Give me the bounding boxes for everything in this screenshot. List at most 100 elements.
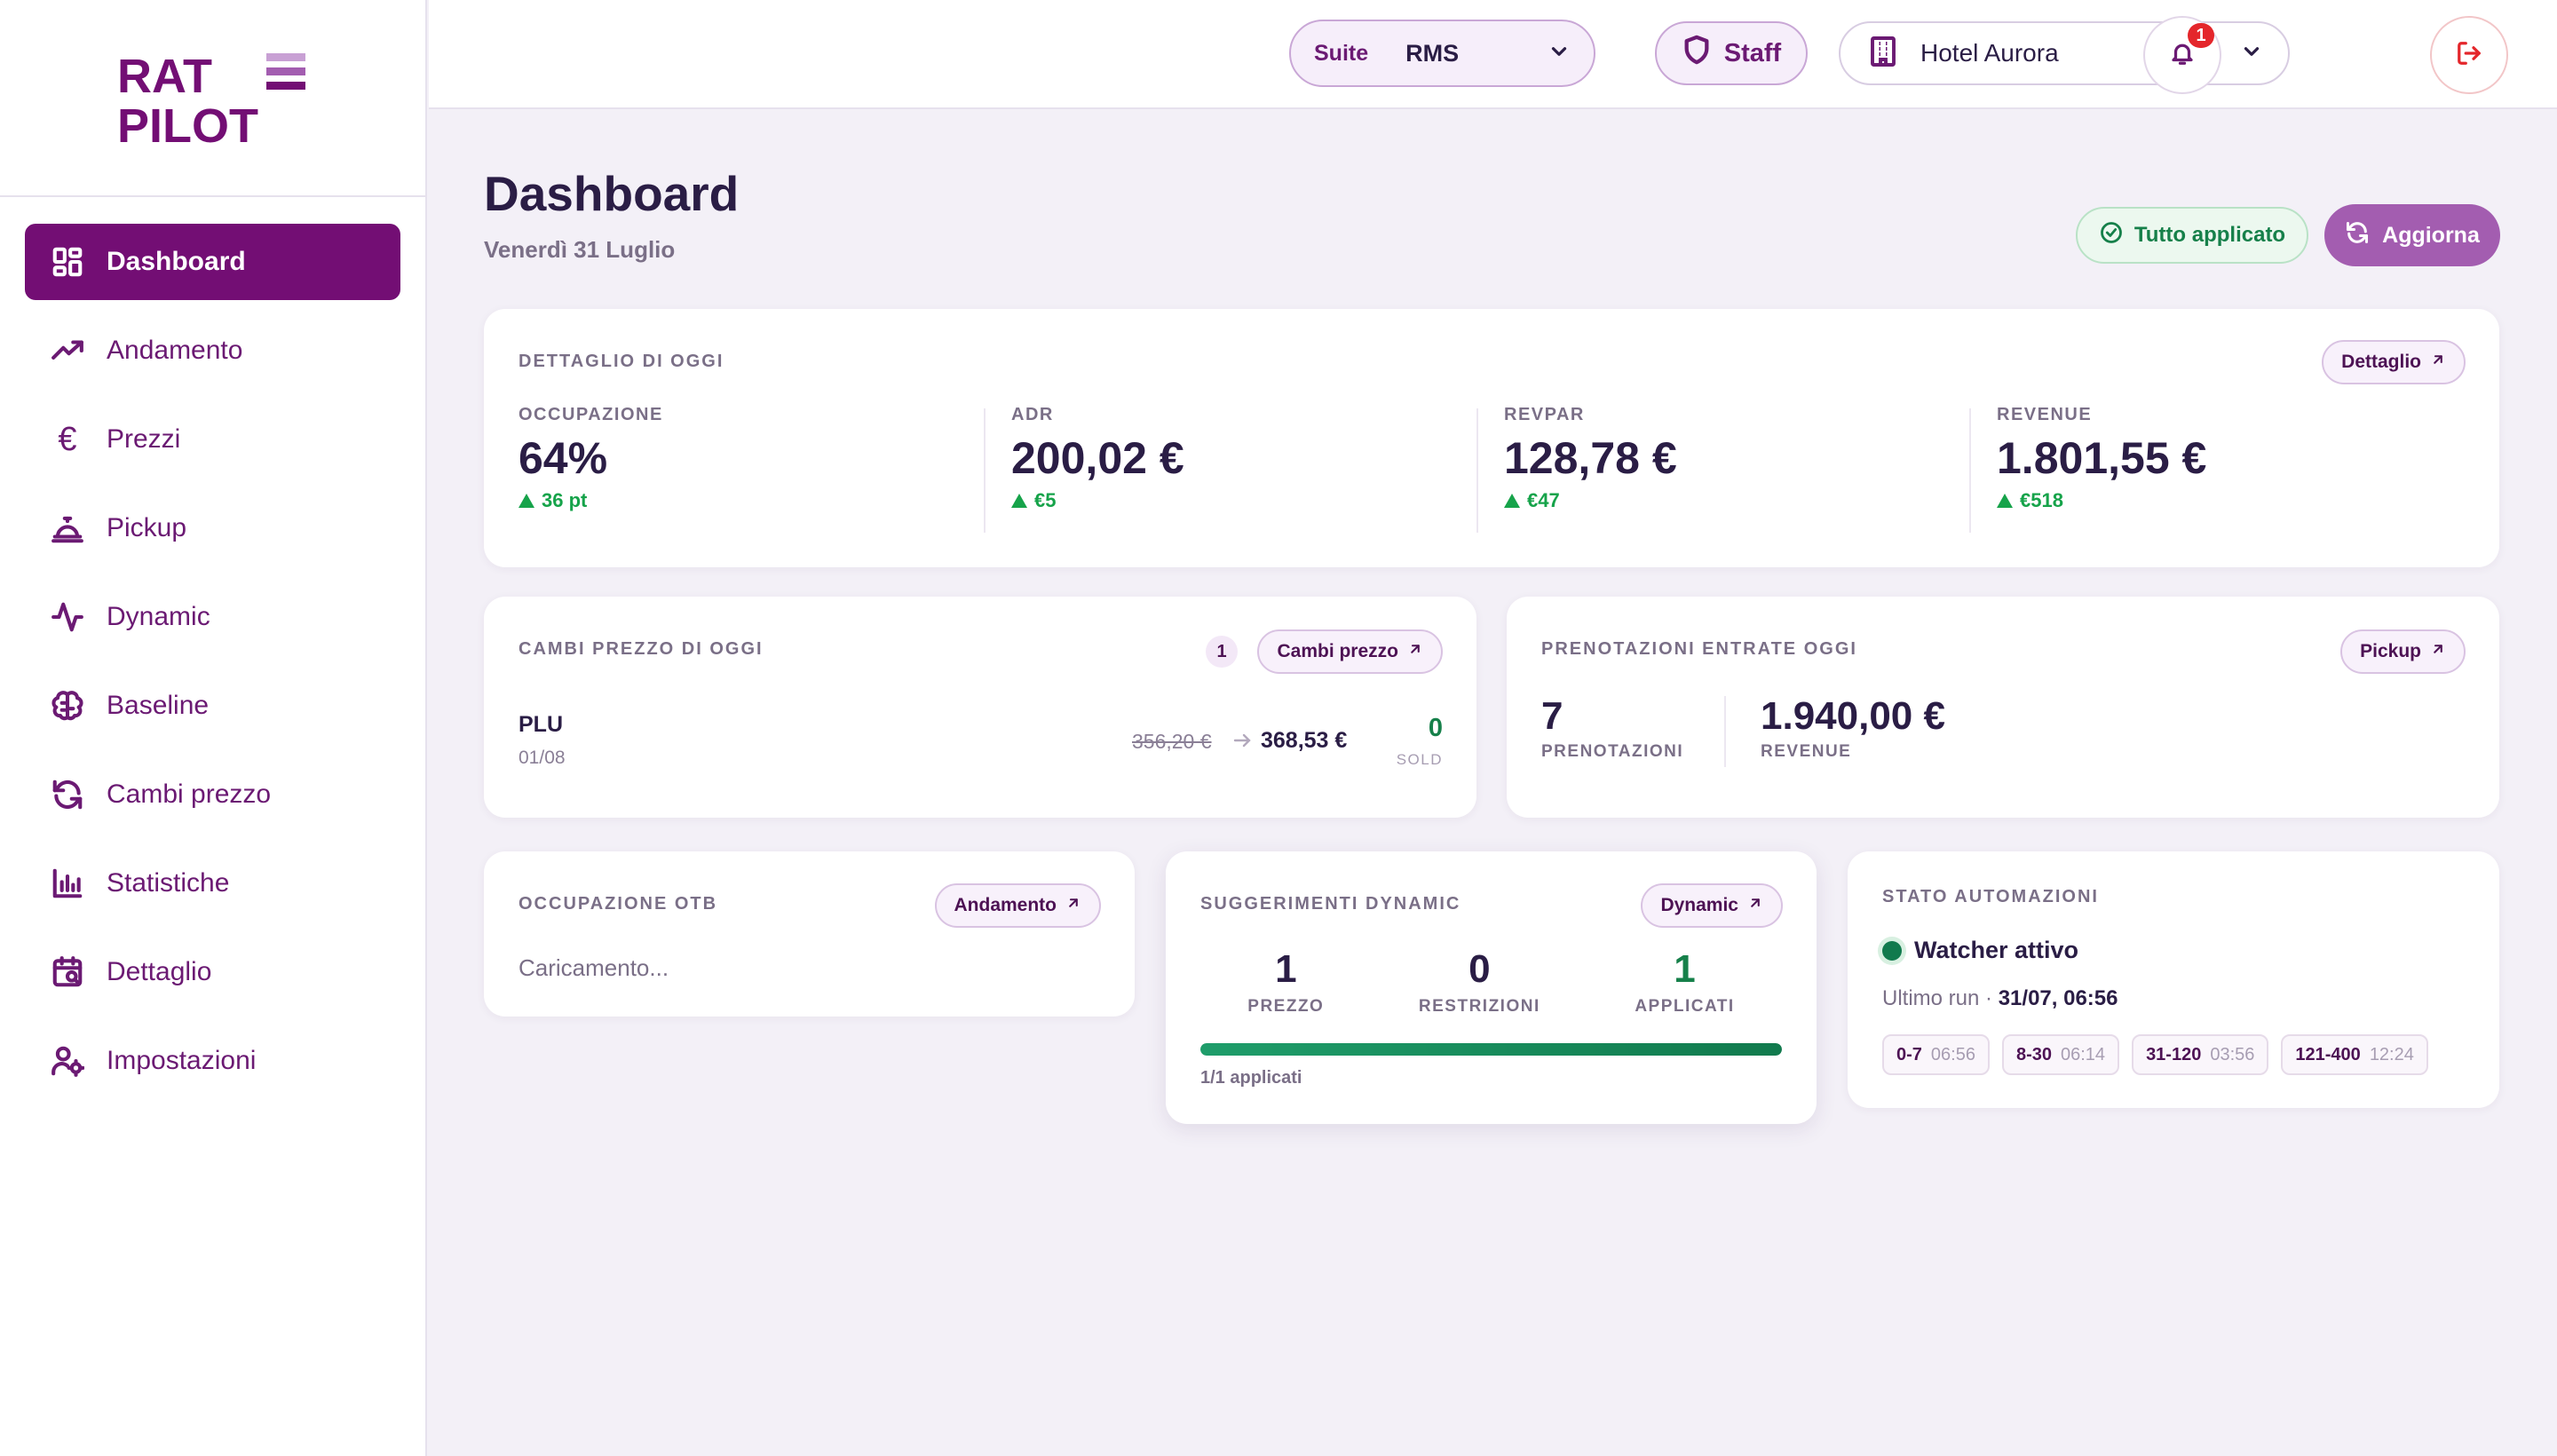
sidebar-item-label: Impostazioni <box>107 1046 257 1075</box>
stat-label: RESTRIZIONI <box>1418 997 1540 1016</box>
price-changes-link[interactable]: Cambi prezzo <box>1257 629 1443 674</box>
trend-up-icon <box>50 333 85 368</box>
triangle-up-icon <box>1997 494 2013 508</box>
stat-applied: 1 APPLICATI <box>1635 947 1734 1017</box>
kpi-value: 200,02 € <box>1011 433 1184 483</box>
card-title: SUGGERIMENTI DYNAMIC <box>1200 894 1461 914</box>
card-title: STATO AUTOMAZIONI <box>1882 887 2099 906</box>
suite-selector[interactable]: Suite RMS <box>1289 20 1595 87</box>
room-code: PLU <box>519 712 563 737</box>
divider <box>984 408 986 533</box>
sidebar-item-statistiche[interactable]: Statistiche <box>25 845 400 922</box>
range-chip[interactable]: 8-30 06:14 <box>2001 1034 2120 1075</box>
pulse-icon <box>50 599 85 635</box>
dynamic-suggestions-card: SUGGERIMENTI DYNAMIC Dynamic 1 PREZZO 0 … <box>1166 851 1817 1124</box>
triangle-up-icon <box>1011 494 1027 508</box>
sidebar-item-dynamic[interactable]: Dynamic <box>25 579 400 655</box>
sidebar-item-label: Statistiche <box>107 868 230 898</box>
brain-icon <box>50 688 85 724</box>
stat-value: 0 <box>1468 947 1491 991</box>
range-chip[interactable]: 31-120 03:56 <box>2132 1034 2269 1075</box>
kpi-adr: ADR 200,02 € €5 <box>1011 405 1473 512</box>
range-label: 8-30 <box>2015 1044 2052 1064</box>
staff-role-button[interactable]: Staff <box>1655 21 1808 85</box>
refresh-button[interactable]: Aggiorna <box>2324 204 2500 266</box>
divider <box>1476 408 1478 533</box>
price-changes-count-badge: 1 <box>1206 636 1238 668</box>
kpi-delta-value: 36 pt <box>542 489 588 511</box>
notifications-button[interactable]: 1 <box>2143 16 2221 94</box>
sidebar-item-pickup[interactable]: Pickup <box>25 490 400 566</box>
last-run-label: Ultimo run · <box>1882 986 1993 1010</box>
pickup-link[interactable]: Pickup <box>2340 629 2466 674</box>
arrow-up-right-icon <box>1407 641 1423 662</box>
all-applied-label: Tutto applicato <box>2133 223 2286 247</box>
new-price: 368,53 € <box>1261 728 1348 753</box>
sidebar-item-andamento[interactable]: Andamento <box>25 313 400 389</box>
kpi-delta: €5 <box>1011 489 1473 512</box>
andamento-link[interactable]: Andamento <box>934 883 1101 928</box>
kpi-delta-value: €518 <box>2020 489 2063 511</box>
status-dot-icon <box>1882 940 1902 961</box>
kpi-occupancy: OCCUPAZIONE 64% 36 pt <box>519 405 980 512</box>
card-title: CAMBI PREZZO DI OGGI <box>519 639 764 659</box>
building-icon <box>1867 36 1899 72</box>
stat-value: 1 <box>1674 947 1696 991</box>
triangle-up-icon <box>1504 494 1520 508</box>
logout-icon <box>2456 40 2482 71</box>
calendar-search-icon <box>50 954 85 990</box>
stat-value: 1 <box>1275 947 1297 991</box>
arrow-up-right-icon <box>1065 895 1081 916</box>
kpi-delta: €47 <box>1504 489 1966 512</box>
sold-count: 0 <box>1428 714 1443 742</box>
stat-restrictions: 0 RESTRIZIONI <box>1419 947 1540 1017</box>
hotel-selector[interactable]: Hotel Aurora <box>1839 21 2290 85</box>
sidebar-item-impostazioni[interactable]: Impostazioni <box>25 1023 400 1099</box>
range-label: 31-120 <box>2146 1044 2202 1064</box>
chevron-down-icon <box>2240 40 2263 67</box>
change-date: 01/08 <box>519 748 566 768</box>
suite-label: Suite <box>1314 40 1369 66</box>
bookings-count-label: PRENOTAZIONI <box>1541 742 1684 761</box>
range-chip[interactable]: 0-7 06:56 <box>1882 1034 1990 1075</box>
bookings-count: 7 <box>1541 694 1563 738</box>
range-chip[interactable]: 121-400 12:24 <box>2281 1034 2428 1075</box>
all-applied-badge[interactable]: Tutto applicato <box>2076 207 2308 264</box>
chip-label: Dettaglio <box>2341 352 2421 372</box>
triangle-up-icon <box>519 494 534 508</box>
sidebar-item-dashboard[interactable]: Dashboard <box>25 224 400 300</box>
kpi-label: REVPAR <box>1504 405 1585 424</box>
range-time: 03:56 <box>2210 1044 2255 1064</box>
stat-price: 1 PREZZO <box>1247 947 1324 1017</box>
chip-label: Pickup <box>2360 641 2421 661</box>
divider <box>1969 408 1971 533</box>
price-changes-card: CAMBI PREZZO DI OGGI 1 Cambi prezzo PLU … <box>484 597 1476 818</box>
sidebar-item-prezzi[interactable]: € Prezzi <box>25 401 400 478</box>
sidebar-item-baseline[interactable]: Baseline <box>25 668 400 744</box>
sidebar-item-cambi-prezzo[interactable]: Cambi prezzo <box>25 756 400 833</box>
bookings-count-block: 7 PRENOTAZIONI <box>1541 694 1683 762</box>
kpi-value: 128,78 € <box>1504 433 1677 483</box>
kpi-delta: 36 pt <box>519 489 980 512</box>
brand-logo[interactable]: RAT PILOT <box>0 0 425 197</box>
sold-label: SOLD <box>1396 751 1443 768</box>
range-label: 0-7 <box>1896 1044 1922 1064</box>
sidebar-item-dettaglio[interactable]: Dettaglio <box>25 934 400 1010</box>
arrow-up-right-icon <box>2430 641 2446 662</box>
card-title: OCCUPAZIONE OTB <box>519 894 718 914</box>
dynamic-link[interactable]: Dynamic <box>1641 883 1783 928</box>
bookings-revenue: 1.940,00 € <box>1761 694 1945 738</box>
logout-button[interactable] <box>2430 16 2508 94</box>
arrow-up-right-icon <box>2430 352 2446 373</box>
today-detail-card: DETTAGLIO DI OGGI Dettaglio OCCUPAZIONE … <box>484 309 2499 567</box>
bookings-today-card: PRENOTAZIONI ENTRATE OGGI Pickup 7 PRENO… <box>1507 597 2499 818</box>
today-detail-link[interactable]: Dettaglio <box>2322 340 2466 384</box>
bar-chart-icon <box>50 866 85 901</box>
range-label: 121-400 <box>2295 1044 2361 1064</box>
kpi-value: 1.801,55 € <box>1997 433 2207 483</box>
range-time: 06:56 <box>1930 1044 1975 1064</box>
kpi-delta-value: €47 <box>1527 489 1560 511</box>
old-price: 356,20 € <box>1132 730 1212 753</box>
page-date: Venerdì 31 Luglio <box>484 236 676 263</box>
sidebar-item-label: Andamento <box>107 336 243 365</box>
